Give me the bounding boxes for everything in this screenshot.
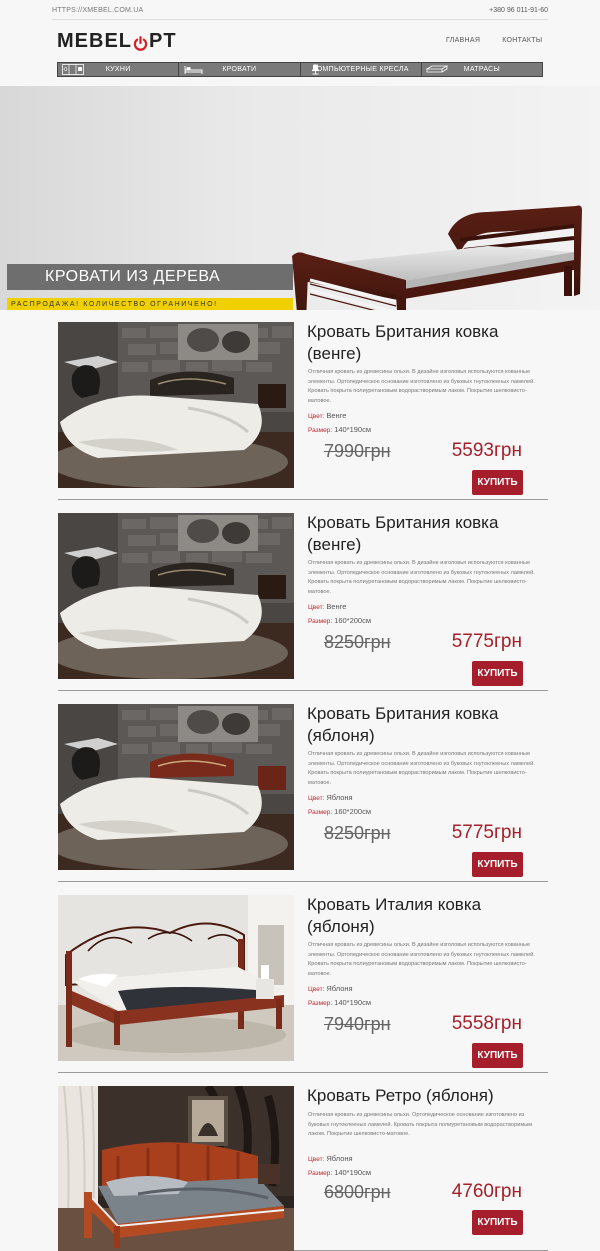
- size-value: 140*190см: [334, 425, 372, 434]
- product-image[interactable]: [58, 513, 294, 679]
- bedroom-photo: [58, 322, 294, 488]
- nav-home[interactable]: ГЛАВНАЯ: [446, 37, 480, 44]
- category-kitchens[interactable]: КУХНИ: [58, 63, 178, 76]
- category-label: КРОВАТИ: [222, 66, 257, 73]
- size-value: 140*190см: [334, 1168, 372, 1177]
- bedroom-photo: [58, 895, 294, 1061]
- category-label: МАТРАСЫ: [463, 66, 501, 73]
- category-bar: КУХНИ КРОВАТИ КОМПЬЮТЕРНЫЕ КРЕСЛА МАТРАС…: [57, 62, 543, 77]
- buy-button[interactable]: КУПИТЬ: [472, 661, 523, 686]
- color-value: Яблоня: [326, 984, 353, 993]
- product-color: Цвет: Яблоня: [308, 793, 353, 802]
- color-label: Цвет:: [308, 1156, 325, 1163]
- site-url[interactable]: HTTPS://XMEBEL.COM.UA: [52, 7, 143, 14]
- size-label: Размер:: [308, 809, 333, 816]
- color-label: Цвет:: [308, 795, 325, 802]
- product-title[interactable]: Кровать Италия ковка (яблоня): [307, 894, 543, 938]
- product-description: Отличная кровать из древесины ольхи. В д…: [308, 751, 535, 786]
- product-description: Отличная кровать из древесины ольхи. Орт…: [308, 1112, 533, 1137]
- old-price: 8250грн: [324, 632, 391, 652]
- old-price: 7940грн: [324, 1014, 391, 1034]
- logo[interactable]: MEBEL PT: [57, 30, 177, 53]
- buy-button[interactable]: КУПИТЬ: [472, 1043, 523, 1068]
- hero-title: КРОВАТИ ИЗ ДЕРЕВА: [7, 264, 293, 290]
- product-image[interactable]: [58, 704, 294, 870]
- product-title[interactable]: Кровать Ретро (яблоня): [307, 1085, 543, 1107]
- category-label: КУХНИ: [105, 66, 131, 73]
- size-value: 140*190см: [334, 998, 372, 1007]
- nav-contacts[interactable]: КОНТАКТЫ: [502, 37, 542, 44]
- logo-text-right: PT: [149, 30, 177, 52]
- product-image[interactable]: [58, 1086, 294, 1251]
- top-bar: HTTPS://XMEBEL.COM.UA +380 96 011-91-60: [52, 6, 548, 20]
- color-label: Цвет:: [308, 986, 325, 993]
- category-beds[interactable]: КРОВАТИ: [178, 63, 299, 76]
- product-size: Размер: 140*190см: [308, 1168, 371, 1177]
- product-size: Размер: 140*190см: [308, 998, 371, 1007]
- product-card: Кровать Италия ковка (яблоня) Отличная к…: [58, 883, 548, 1073]
- bed-icon: [183, 64, 205, 75]
- product-color: Цвет: Яблоня: [308, 1154, 353, 1163]
- product-title[interactable]: Кровать Британия ковка (венге): [307, 321, 543, 365]
- hero-banner[interactable]: КРОВАТИ ИЗ ДЕРЕВА РАСПРОДАЖА! КОЛИЧЕСТВО…: [0, 86, 600, 310]
- new-price: 5593грн: [451, 440, 522, 461]
- office-chair-icon: [305, 64, 327, 75]
- size-label: Размер:: [308, 1170, 333, 1177]
- logo-text-left: MEBEL: [57, 30, 132, 52]
- color-label: Цвет:: [308, 413, 325, 420]
- bedroom-photo: [58, 513, 294, 679]
- buy-button[interactable]: КУПИТЬ: [472, 852, 523, 877]
- product-card: Кровать Британия ковка (венге) Отличная …: [58, 501, 548, 691]
- size-value: 160*200см: [334, 616, 372, 625]
- category-office-chairs[interactable]: КОМПЬЮТЕРНЫЕ КРЕСЛА: [299, 63, 421, 76]
- buy-button[interactable]: КУПИТЬ: [472, 470, 523, 495]
- mattress-icon: [425, 64, 449, 75]
- top-nav: ГЛАВНАЯ КОНТАКТЫ: [446, 37, 542, 44]
- new-price: 5775грн: [451, 822, 522, 843]
- product-color: Цвет: Яблоня: [308, 984, 353, 993]
- product-title[interactable]: Кровать Британия ковка (венге): [307, 512, 543, 556]
- site-header: HTTPS://XMEBEL.COM.UA +380 96 011-91-60 …: [0, 0, 600, 86]
- product-description: Отличная кровать из древесины ольхи. В д…: [308, 369, 535, 404]
- new-price: 5775грн: [451, 631, 522, 652]
- new-price: 4760грн: [451, 1181, 522, 1202]
- product-size: Размер: 160*200см: [308, 616, 371, 625]
- category-label: КОМПЬЮТЕРНЫЕ КРЕСЛА: [312, 66, 409, 73]
- product-description: Отличная кровать из древесины ольхи. В д…: [308, 560, 535, 595]
- old-price: 7990грн: [324, 441, 391, 461]
- size-label: Размер:: [308, 618, 333, 625]
- color-label: Цвет:: [308, 604, 325, 611]
- bedroom-photo: [58, 704, 294, 870]
- product-title[interactable]: Кровать Британия ковка (яблоня): [307, 703, 543, 747]
- product-image[interactable]: [58, 895, 294, 1061]
- new-price: 5558грн: [451, 1013, 522, 1034]
- color-value: Венге: [326, 602, 347, 611]
- product-color: Цвет: Венге: [308, 411, 346, 420]
- category-mattresses[interactable]: МАТРАСЫ: [420, 63, 542, 76]
- color-value: Венге: [326, 411, 347, 420]
- size-value: 160*200см: [334, 807, 372, 816]
- phone-number[interactable]: +380 96 011-91-60: [489, 7, 548, 14]
- product-size: Размер: 160*200см: [308, 807, 371, 816]
- buy-button[interactable]: КУПИТЬ: [472, 1210, 523, 1235]
- color-value: Яблоня: [326, 1154, 353, 1163]
- hero-bed-image: [292, 205, 582, 310]
- product-image[interactable]: [58, 322, 294, 488]
- bedroom-photo: [58, 1086, 294, 1251]
- old-price: 8250грн: [324, 823, 391, 843]
- size-label: Размер:: [308, 427, 333, 434]
- product-description: Отличная кровать из древесины ольхи. В д…: [308, 942, 535, 977]
- kitchen-icon: [62, 64, 84, 75]
- hero-subtitle: РАСПРОДАЖА! КОЛИЧЕСТВО ОГРАНИЧЕНО!: [7, 298, 293, 310]
- color-value: Яблоня: [326, 793, 353, 802]
- power-icon: [133, 34, 148, 51]
- product-card: Кровать Ретро (яблоня) Отличная кровать …: [58, 1074, 548, 1251]
- size-label: Размер:: [308, 1000, 333, 1007]
- product-card: Кровать Британия ковка (яблоня) Отличная…: [58, 692, 548, 882]
- product-size: Размер: 140*190см: [308, 425, 371, 434]
- old-price: 6800грн: [324, 1182, 391, 1202]
- product-color: Цвет: Венге: [308, 602, 346, 611]
- product-card: Кровать Британия ковка (венге) Отличная …: [58, 310, 548, 500]
